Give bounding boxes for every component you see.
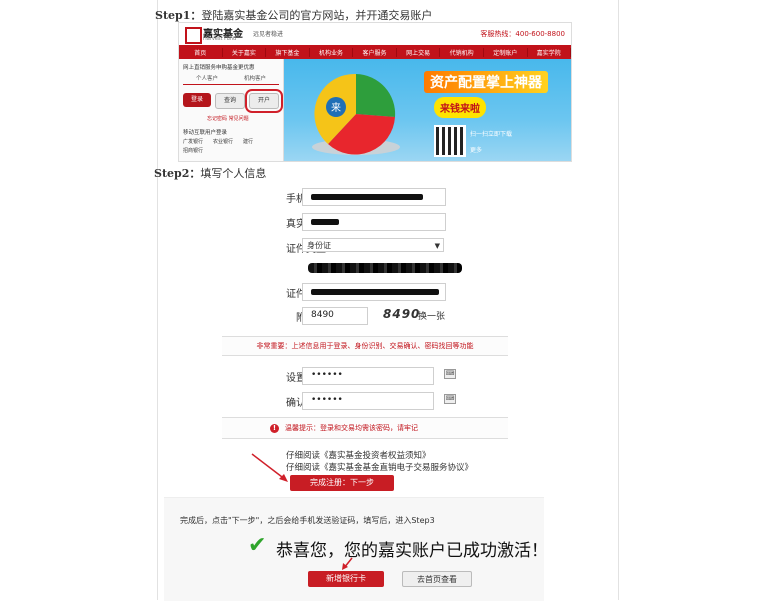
captcha-image[interactable]: 8490	[383, 307, 420, 321]
bank-item[interactable]: 广发银行	[183, 138, 203, 145]
id-type-select[interactable]: 身份证 ▼	[302, 238, 444, 252]
banner-subtitle: 来钱来啦	[434, 97, 486, 118]
set-password-value: ••••••	[311, 370, 343, 380]
bank-item[interactable]: 建行	[243, 138, 253, 145]
tab-institution[interactable]: 机构客户	[231, 74, 279, 85]
step1-heading: Step1：登陆嘉实基金公司的官方网站，并开通交易账户	[155, 7, 432, 23]
id-type-value: 身份证	[307, 241, 331, 250]
step2-heading: Step2：填写个人信息	[154, 165, 266, 181]
step2-label: Step2：	[154, 167, 201, 180]
site-header: 嘉实基金 Harvest Fund 远见者稳进 客服热线：400-600-880…	[179, 23, 571, 45]
important-notice: 非常重要：上述信息用于登录、身份识别、交易确认、密码找回等功能	[222, 336, 508, 356]
query-button[interactable]: 查询	[215, 93, 245, 109]
bank-item[interactable]: 农业银行	[213, 138, 233, 145]
bank-item[interactable]: 招商银行	[183, 147, 203, 154]
step1-label: Step1：	[155, 9, 202, 22]
login-button[interactable]: 登录	[183, 93, 211, 107]
step1-text: 登陆嘉实基金公司的官方网站，并开通交易账户	[201, 9, 433, 22]
id-number-row: 证件号码：	[238, 283, 458, 301]
add-bank-card-button[interactable]: 新增银行卡	[308, 571, 384, 587]
confirm-password-input[interactable]: ••••••	[302, 392, 434, 410]
confirm-password-row: 确认密码： •••••• ⌨	[238, 392, 458, 410]
nav-item[interactable]: 网上交易	[397, 47, 441, 57]
nav-item[interactable]: 定制账户	[484, 47, 528, 57]
activation-section: 完成后，点击"下一步"，之后会给手机发送验证码，填写后，进入Step3 ✔ 恭喜…	[164, 497, 548, 601]
redaction-scribble	[308, 263, 462, 273]
captcha-row: 附加码： 8490 8490 换一张	[238, 307, 458, 325]
keyboard-icon[interactable]: ⌨	[444, 369, 456, 379]
redacted-mark	[311, 194, 423, 200]
mobile-login-title: 移动互联用户登录	[183, 130, 228, 136]
confirm-password-value: ••••••	[311, 395, 343, 405]
name-row: 真实姓名：	[238, 213, 458, 231]
promo-banner[interactable]: 来 资产配置掌上神器 来钱来啦 扫一扫立即下载 更多	[284, 59, 571, 161]
warm-tip-notice: ! 温馨提示：登录和交易均需该密码，请牢记	[222, 417, 508, 439]
site-slogan: 远见者稳进	[253, 31, 284, 38]
login-panel: 网上直销服务申购基金更优惠 个人客户 机构客户 登录 查询 开户 忘记密码 常见…	[179, 59, 284, 161]
phone-input[interactable]	[302, 188, 446, 206]
login-button-row: 登录 查询 开户	[183, 89, 283, 113]
step3-instruction: 完成后，点击"下一步"，之后会给手机发送验证码，填写后，进入Step3	[180, 516, 435, 525]
set-password-row: 设置密码： •••••• ⌨	[238, 367, 458, 385]
check-icon: ✔	[248, 533, 267, 558]
left-divider	[157, 0, 158, 600]
agreement-link-1[interactable]: 仔细阅读《嘉实基金投资者权益须知》	[286, 449, 431, 461]
customer-tabs: 个人客户 机构客户	[183, 74, 279, 85]
warm-tip-text: 温馨提示：登录和交易均需该密码，请牢记	[285, 424, 418, 432]
redacted-mark	[311, 289, 439, 295]
id-type-row: 证件类型： 身份证 ▼	[238, 238, 458, 256]
red-arrow-icon	[251, 453, 288, 482]
banner-download-text: 扫一扫立即下载	[470, 131, 513, 138]
agreement-link-2[interactable]: 仔细阅读《嘉实基金基金直销电子交易服务协议》	[286, 461, 473, 473]
nav-item[interactable]: 代销机构	[440, 47, 484, 57]
nav-item[interactable]: 关于嘉实	[223, 47, 267, 57]
chevron-down-icon: ▼	[434, 242, 440, 250]
nav-item[interactable]: 机构业务	[310, 47, 354, 57]
redacted-mark	[311, 219, 339, 225]
warning-icon: !	[270, 423, 279, 433]
forgot-password-link[interactable]: 忘记密码 常见问题	[207, 115, 283, 122]
captcha-input-value: 8490	[311, 310, 334, 320]
red-arrow-icon	[342, 557, 353, 570]
site-hotline: 客服热线：400-600-8800	[480, 30, 565, 38]
tab-personal[interactable]: 个人客户	[183, 74, 231, 85]
bank-login-list: 广发银行 农业银行 建行 招商银行	[183, 138, 279, 154]
right-divider	[618, 0, 619, 600]
site-nav: 首页 关于嘉实 旗下基金 机构业务 客户服务 网上交易 代销机构 定制账户 嘉实…	[179, 45, 571, 59]
captcha-refresh-link[interactable]: 换一张	[418, 309, 445, 322]
complete-registration-button[interactable]: 完成注册：下一步	[290, 475, 394, 491]
qr-code-icon	[434, 125, 466, 157]
nav-item[interactable]: 嘉实学院	[528, 47, 571, 57]
success-message: 恭喜您，您的嘉实账户已成功激活！	[276, 541, 548, 561]
login-panel-title: 网上直销服务申购基金更优惠	[183, 65, 255, 71]
name-input[interactable]	[302, 213, 446, 231]
nav-item[interactable]: 首页	[179, 47, 223, 57]
id-number-input[interactable]	[302, 283, 446, 301]
svg-text:来: 来	[331, 102, 341, 114]
harvest-website-screenshot: 嘉实基金 Harvest Fund 远见者稳进 客服热线：400-600-880…	[178, 22, 572, 162]
step2-text: 填写个人信息	[200, 167, 267, 180]
banner-more-text: 更多	[470, 147, 483, 154]
keyboard-icon[interactable]: ⌨	[444, 394, 456, 404]
captcha-input[interactable]: 8490	[302, 307, 368, 325]
phone-row: 手机号码：	[238, 188, 458, 206]
open-account-button[interactable]: 开户	[245, 89, 283, 113]
set-password-input[interactable]: ••••••	[302, 367, 434, 385]
pie-chart-graphic: 来	[312, 73, 400, 155]
go-home-button[interactable]: 去首页查看	[402, 571, 472, 587]
harvest-logo-icon	[185, 27, 202, 44]
nav-item[interactable]: 客户服务	[353, 47, 397, 57]
site-body: 网上直销服务申购基金更优惠 个人客户 机构客户 登录 查询 开户 忘记密码 常见…	[179, 59, 571, 161]
nav-item[interactable]: 旗下基金	[266, 47, 310, 57]
site-logo-subtext: Harvest Fund	[203, 36, 237, 42]
banner-title: 资产配置掌上神器	[424, 71, 548, 93]
